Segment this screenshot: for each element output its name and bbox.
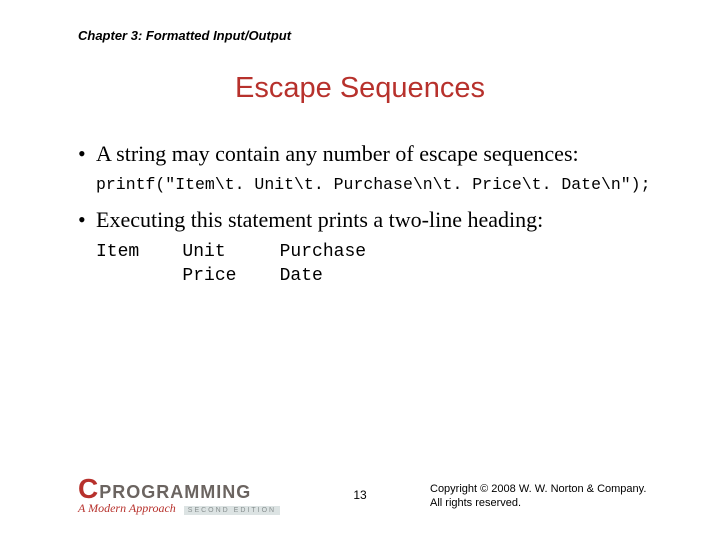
logo-subtitle: A Modern Approach <box>78 501 176 516</box>
footer: C PROGRAMMING A Modern Approach SECOND E… <box>0 472 720 522</box>
bullet-item: • Executing this statement prints a two-… <box>78 206 660 234</box>
slide-title: Escape Sequences <box>0 72 720 105</box>
bullet-item: • A string may contain any number of esc… <box>78 140 660 168</box>
copyright-text: Copyright © 2008 W. W. Norton & Company.… <box>430 482 660 510</box>
bullet-text: Executing this statement prints a two-li… <box>96 206 543 234</box>
logo-edition: SECOND EDITION <box>184 506 280 515</box>
code-line: printf("Item\t. Unit\t. Purchase\n\t. Pr… <box>96 174 660 196</box>
bullet-marker: • <box>78 140 96 168</box>
chapter-header: Chapter 3: Formatted Input/Output <box>78 28 291 43</box>
bullet-marker: • <box>78 206 96 234</box>
bullet-text: A string may contain any number of escap… <box>96 140 579 168</box>
output-block: Item Unit Purchase Price Date <box>96 240 660 288</box>
slide-body: • A string may contain any number of esc… <box>78 140 660 288</box>
